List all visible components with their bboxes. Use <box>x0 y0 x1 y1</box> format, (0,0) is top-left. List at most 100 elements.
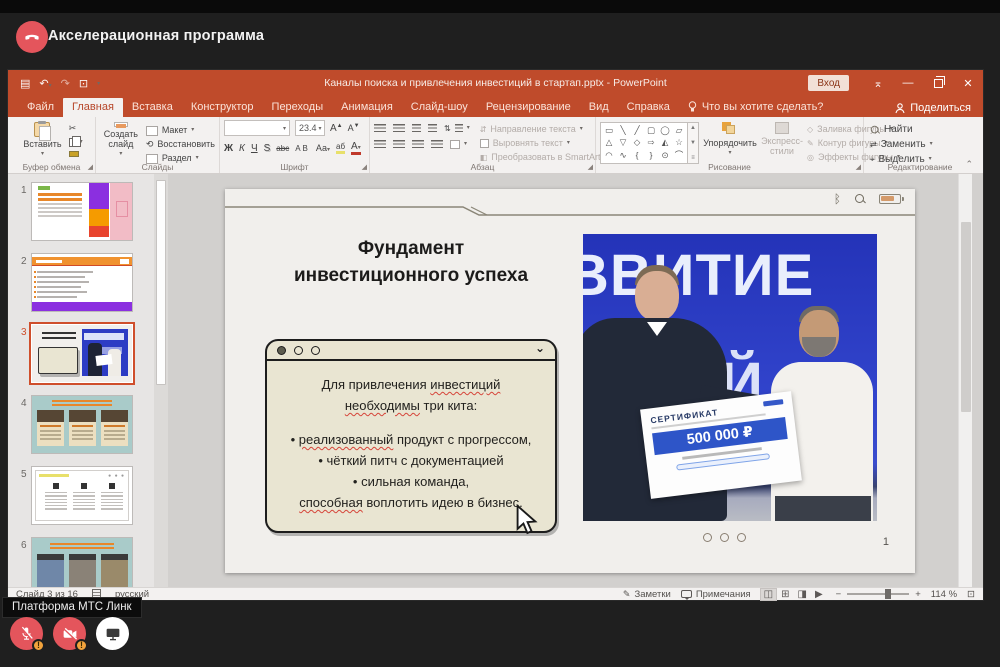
zoom-out-button[interactable]: − <box>836 589 842 600</box>
customize-qat-icon[interactable]: ▾ <box>97 80 100 87</box>
comments-button[interactable]: Примечания <box>681 589 751 600</box>
canvas-scrollbar-thumb[interactable] <box>961 222 971 412</box>
find-button[interactable]: Найти <box>870 124 933 135</box>
new-slide-button[interactable]: Создать слайд▾ <box>100 120 142 161</box>
reset-button[interactable]: ⟲Восстановить <box>146 139 215 150</box>
camera-off-button[interactable]: ! <box>53 617 86 650</box>
mouse-cursor <box>515 504 539 536</box>
character-spacing-button[interactable]: АВ <box>295 144 310 153</box>
tab-insert[interactable]: Вставка <box>123 98 182 117</box>
thumbnail-slide-4-preview[interactable] <box>32 396 132 453</box>
text-direction-button[interactable]: ⇵Направление текста▾ <box>480 124 608 135</box>
sign-in-button[interactable]: Вход <box>808 75 849 91</box>
tab-animations[interactable]: Анимация <box>332 98 402 117</box>
font-dialog-launcher[interactable]: ◢ <box>362 163 367 171</box>
thumbnail-scrollbar[interactable] <box>154 174 168 587</box>
paragraph-dialog-launcher[interactable]: ◢ <box>588 163 593 171</box>
align-center-icon[interactable] <box>393 140 405 149</box>
quick-styles-button[interactable]: Экспресс-стили <box>761 120 803 161</box>
shapes-gallery[interactable]: ▭╲╱▢◯▱ △▽◇⇨◭☆ ◠∿{}⊙⌒ <box>600 122 688 164</box>
slideshow-view-icon[interactable]: ▶ <box>812 589 826 600</box>
tab-file[interactable]: Файл <box>18 98 63 117</box>
fit-to-window-icon[interactable]: ⊡ <box>967 589 975 600</box>
line-spacing-button[interactable]: ⇅▾ <box>444 123 470 134</box>
drawing-dialog-launcher[interactable]: ◢ <box>856 163 861 171</box>
align-left-icon[interactable] <box>374 140 386 149</box>
microphone-muted-button[interactable]: ! <box>10 617 43 650</box>
justify-icon[interactable] <box>431 140 443 149</box>
font-size-select[interactable]: 23.4▾ <box>295 120 325 136</box>
align-text-button[interactable]: Выровнять текст▾ <box>480 138 608 149</box>
increase-indent-icon[interactable] <box>428 124 437 133</box>
start-slideshow-icon[interactable]: ⊡ <box>79 77 88 90</box>
italic-button[interactable]: К <box>239 143 245 154</box>
text-shadow-button[interactable]: S <box>264 143 271 154</box>
copy-button[interactable]: ▾ <box>69 137 83 148</box>
slide-title[interactable]: Фундамент инвестиционного успеха <box>225 235 597 289</box>
arrange-icon <box>722 122 738 136</box>
share-button[interactable]: Поделиться <box>895 102 971 114</box>
decrease-indent-icon[interactable] <box>412 124 421 133</box>
thumbnail-slide-6-preview[interactable] <box>32 538 132 587</box>
slide-text-window-box[interactable]: ⌄ Для привлечения инвестиций необходимы … <box>265 339 557 533</box>
tab-slideshow[interactable]: Слайд-шоу <box>402 98 477 117</box>
redo-icon[interactable]: ↷ <box>61 77 70 90</box>
numbering-icon[interactable] <box>393 124 405 133</box>
bold-button[interactable]: Ж <box>224 143 233 154</box>
align-right-icon[interactable] <box>412 140 424 149</box>
thumbnail-number: 3 <box>21 327 27 338</box>
columns-button[interactable]: ▾ <box>450 139 467 150</box>
notes-button[interactable]: ✎Заметки <box>623 589 671 600</box>
zoom-in-button[interactable]: + <box>915 589 921 600</box>
change-case-button[interactable]: Аа▾ <box>316 143 330 153</box>
thumbnail-slide-5-preview[interactable]: ● ● ● <box>32 467 132 524</box>
tab-view[interactable]: Вид <box>580 98 618 117</box>
zoom-slider[interactable] <box>847 593 909 595</box>
tab-design[interactable]: Конструктор <box>182 98 263 117</box>
cut-button[interactable]: ✂ <box>69 123 83 134</box>
paste-button[interactable]: Вставить▾ <box>20 120 64 161</box>
font-color-button[interactable]: А▾ <box>351 141 361 155</box>
shapes-gallery-scroll[interactable]: ▲▼≡ <box>688 122 699 164</box>
clipboard-dialog-launcher[interactable]: ◢ <box>88 163 93 171</box>
pen-icon: ✎ <box>623 589 631 600</box>
tab-transitions[interactable]: Переходы <box>263 98 333 117</box>
underline-button[interactable]: Ч <box>251 143 258 154</box>
current-slide[interactable]: ᛒ Фундамент инвестиционного успеха <box>225 189 915 573</box>
close-button[interactable]: ✕ <box>953 70 983 96</box>
bullets-icon[interactable] <box>374 124 386 133</box>
layout-button[interactable]: Макет▾ <box>146 125 215 136</box>
minimize-button[interactable]: — <box>893 70 923 96</box>
strikethrough-button[interactable]: abc <box>276 144 289 153</box>
font-name-select[interactable]: ▾ <box>224 120 290 136</box>
hangup-button[interactable] <box>16 21 48 53</box>
replace-button[interactable]: ⇄Заменить▾ <box>870 139 933 150</box>
tab-help[interactable]: Справка <box>618 98 679 117</box>
screen-share-button[interactable] <box>96 617 129 650</box>
thumbnail-slide-1-preview[interactable] <box>32 183 132 240</box>
highlight-color-button[interactable]: аб <box>336 142 345 154</box>
shrink-font-button[interactable]: А▼ <box>348 123 360 133</box>
tab-home[interactable]: Главная <box>63 98 123 117</box>
slide-sorter-view-icon[interactable]: ⊞ <box>778 589 792 600</box>
save-icon[interactable]: ▤ <box>20 77 30 90</box>
thumbnail-slide-3-preview[interactable] <box>32 325 132 382</box>
zoom-level[interactable]: 114 % <box>931 589 957 600</box>
format-painter-button[interactable] <box>69 151 83 157</box>
tab-review[interactable]: Рецензирование <box>477 98 580 117</box>
ribbon-display-options-icon[interactable]: ⌅ <box>863 70 893 96</box>
collapse-ribbon-icon[interactable]: ⌃ <box>965 159 973 170</box>
powerpoint-titlebar[interactable]: ▤ ↶▾ ↷ ⊡ ▾ Каналы поиска и привлечения и… <box>8 70 983 96</box>
reading-view-icon[interactable]: ◨ <box>795 589 810 600</box>
tell-me-box[interactable]: Что вы хотите сделать? <box>679 98 833 117</box>
grow-font-button[interactable]: А▲ <box>330 123 343 134</box>
canvas-scrollbar[interactable] <box>958 174 972 587</box>
zoom-slider-thumb[interactable] <box>885 589 891 599</box>
thumbnail-scrollbar-thumb[interactable] <box>156 180 166 385</box>
thumbnail-slide-2-preview[interactable] <box>32 254 132 311</box>
arrange-button[interactable]: Упорядочить▾ <box>703 120 757 161</box>
normal-view-icon[interactable]: ◫ <box>761 589 776 600</box>
slide-photo[interactable]: ВВИТИЕ ОЙ С <box>583 234 877 521</box>
restore-button[interactable] <box>923 70 953 96</box>
undo-icon[interactable]: ↶▾ <box>39 77 51 90</box>
